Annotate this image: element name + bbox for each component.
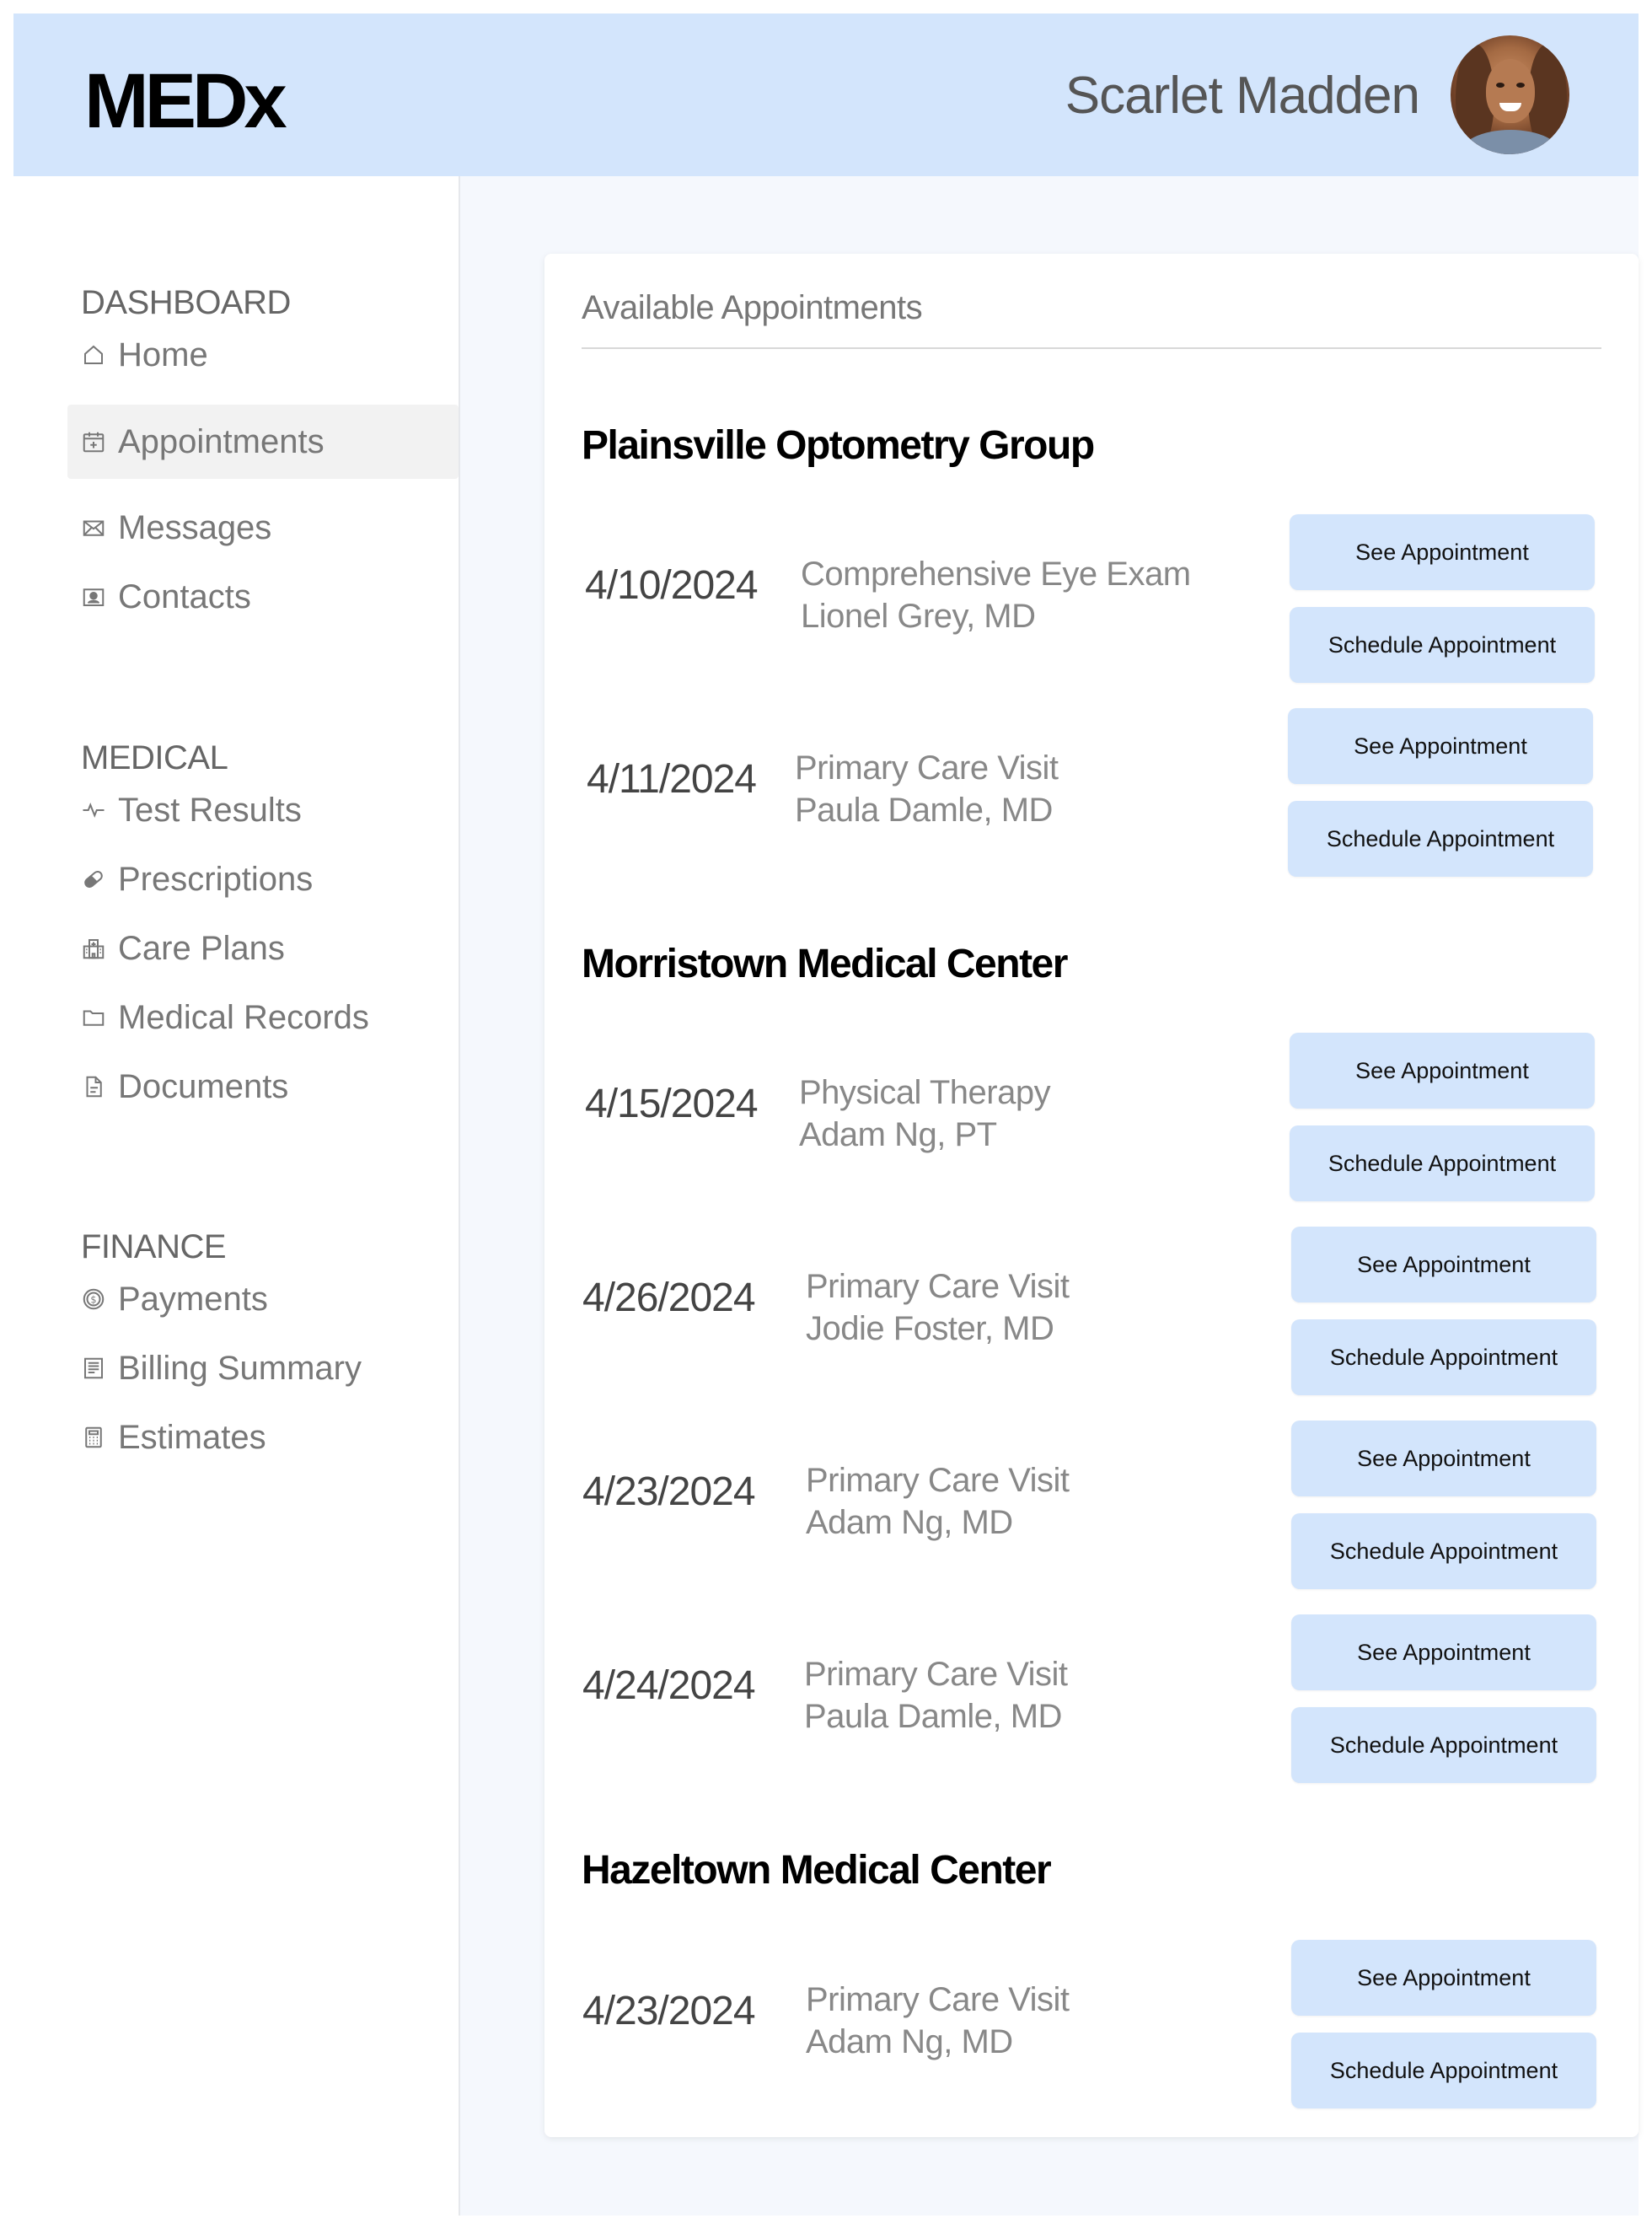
appointment-type: Comprehensive Eye Exam <box>801 556 1191 593</box>
schedule-appointment-button[interactable]: Schedule Appointment <box>1291 1513 1596 1589</box>
appointment-type: Physical Therapy <box>799 1074 1051 1111</box>
user-name[interactable]: Scarlet Madden <box>1065 66 1420 126</box>
schedule-appointment-button[interactable]: Schedule Appointment <box>1291 1319 1596 1395</box>
section-title-dashboard: DASHBOARD <box>81 284 291 321</box>
main-content: Available Appointments Plainsville Optom… <box>460 176 1639 2216</box>
avatar-eye-left <box>1496 83 1504 88</box>
pill-icon <box>67 867 111 892</box>
appointment-doctor: Paula Damle, MD <box>804 1698 1062 1735</box>
sidebar-item-label: Payments <box>118 1280 268 1318</box>
appointment-date: 4/23/2024 <box>582 1469 756 1514</box>
avatar-face <box>1486 59 1535 123</box>
divider <box>582 347 1601 349</box>
section-title-medical: MEDICAL <box>81 739 228 776</box>
see-appointment-button[interactable]: See Appointment <box>1290 514 1595 590</box>
pulse-icon <box>67 798 111 823</box>
calculator-icon <box>67 1425 111 1450</box>
sidebar-item-label: Home <box>118 336 208 373</box>
appointment-type: Primary Care Visit <box>806 1268 1070 1305</box>
app-logo[interactable]: MEDx <box>84 57 287 146</box>
home-icon <box>67 342 111 368</box>
sidebar: DASHBOARD Home Appointments Messages Con… <box>13 176 460 2216</box>
document-icon <box>67 1074 111 1099</box>
sidebar-item-estimates[interactable]: Estimates <box>67 1400 459 1474</box>
appointment-type: Primary Care Visit <box>806 1981 1070 2018</box>
sidebar-item-label: Contacts <box>118 577 251 615</box>
schedule-appointment-button[interactable]: Schedule Appointment <box>1290 607 1595 683</box>
appointment-date: 4/10/2024 <box>585 563 759 608</box>
sidebar-item-label: Medical Records <box>118 998 369 1036</box>
appointment-type: Primary Care Visit <box>795 749 1059 787</box>
appointment-doctor: Adam Ng, PT <box>799 1116 997 1153</box>
schedule-appointment-button[interactable]: Schedule Appointment <box>1290 1125 1595 1201</box>
schedule-appointment-button[interactable]: Schedule Appointment <box>1291 2033 1596 2108</box>
sidebar-item-label: Messages <box>118 508 272 546</box>
calendar-icon <box>67 429 111 454</box>
top-header: MEDx Scarlet Madden <box>13 13 1639 176</box>
appointment-date: 4/11/2024 <box>587 757 757 802</box>
appointment-doctor: Adam Ng, MD <box>806 1504 1013 1541</box>
svg-text:$: $ <box>90 1294 96 1305</box>
sidebar-item-label: Care Plans <box>118 929 285 967</box>
sidebar-item-label: Billing Summary <box>118 1349 362 1387</box>
receipt-icon <box>67 1356 111 1381</box>
appointment-doctor: Paula Damle, MD <box>795 792 1053 829</box>
appointment-date: 4/15/2024 <box>585 1082 759 1126</box>
appointment-doctor: Adam Ng, MD <box>806 2023 1013 2060</box>
see-appointment-button[interactable]: See Appointment <box>1290 1033 1595 1109</box>
sidebar-item-label: Test Results <box>118 791 302 829</box>
appointment-type: Primary Care Visit <box>806 1462 1070 1499</box>
envelope-icon <box>67 515 111 540</box>
schedule-appointment-button[interactable]: Schedule Appointment <box>1288 801 1593 877</box>
card-title: Available Appointments <box>582 289 923 326</box>
sidebar-item-label: Prescriptions <box>118 860 314 898</box>
sidebar-item-documents[interactable]: Documents <box>67 1050 459 1124</box>
appointment-doctor: Lionel Grey, MD <box>801 598 1036 635</box>
dollar-circle-icon: $ <box>67 1286 111 1312</box>
see-appointment-button[interactable]: See Appointment <box>1291 1421 1596 1496</box>
contact-card-icon <box>67 584 111 610</box>
section-title-finance: FINANCE <box>81 1228 227 1265</box>
avatar-eye-right <box>1516 83 1525 88</box>
see-appointment-button[interactable]: See Appointment <box>1291 1227 1596 1302</box>
see-appointment-button[interactable]: See Appointment <box>1291 1940 1596 2016</box>
app-frame: MEDx Scarlet Madden DASHBOARD Home Appoi… <box>13 13 1639 2216</box>
facility-title: Plainsville Optometry Group <box>582 423 1095 468</box>
sidebar-item-billing-summary[interactable]: Billing Summary <box>67 1331 459 1405</box>
facility-title: Hazeltown Medical Center <box>582 1848 1052 1893</box>
appointment-date: 4/23/2024 <box>582 1989 756 2033</box>
hospital-icon <box>67 936 111 961</box>
appointment-date: 4/24/2024 <box>582 1663 756 1708</box>
appointment-type: Primary Care Visit <box>804 1656 1068 1693</box>
appointment-doctor: Jodie Foster, MD <box>806 1310 1054 1347</box>
sidebar-item-contacts[interactable]: Contacts <box>67 560 459 634</box>
sidebar-item-appointments[interactable]: Appointments <box>67 405 459 479</box>
sidebar-item-messages[interactable]: Messages <box>67 491 459 565</box>
sidebar-item-medical-records[interactable]: Medical Records <box>67 980 459 1055</box>
see-appointment-button[interactable]: See Appointment <box>1291 1614 1596 1690</box>
sidebar-item-payments[interactable]: $ Payments <box>67 1262 459 1336</box>
sidebar-item-label: Documents <box>118 1067 289 1105</box>
folder-icon <box>67 1005 111 1030</box>
sidebar-item-label: Estimates <box>118 1418 266 1456</box>
see-appointment-button[interactable]: See Appointment <box>1288 708 1593 784</box>
schedule-appointment-button[interactable]: Schedule Appointment <box>1291 1707 1596 1783</box>
appointment-date: 4/26/2024 <box>582 1276 756 1320</box>
facility-title: Morristown Medical Center <box>582 942 1068 986</box>
sidebar-item-care-plans[interactable]: Care Plans <box>67 911 459 986</box>
avatar[interactable] <box>1451 35 1569 154</box>
sidebar-item-prescriptions[interactable]: Prescriptions <box>67 842 459 916</box>
appointments-card: Available Appointments Plainsville Optom… <box>544 254 1639 2137</box>
sidebar-item-test-results[interactable]: Test Results <box>67 773 459 847</box>
sidebar-item-label: Appointments <box>118 422 324 460</box>
sidebar-item-home[interactable]: Home <box>67 318 459 392</box>
